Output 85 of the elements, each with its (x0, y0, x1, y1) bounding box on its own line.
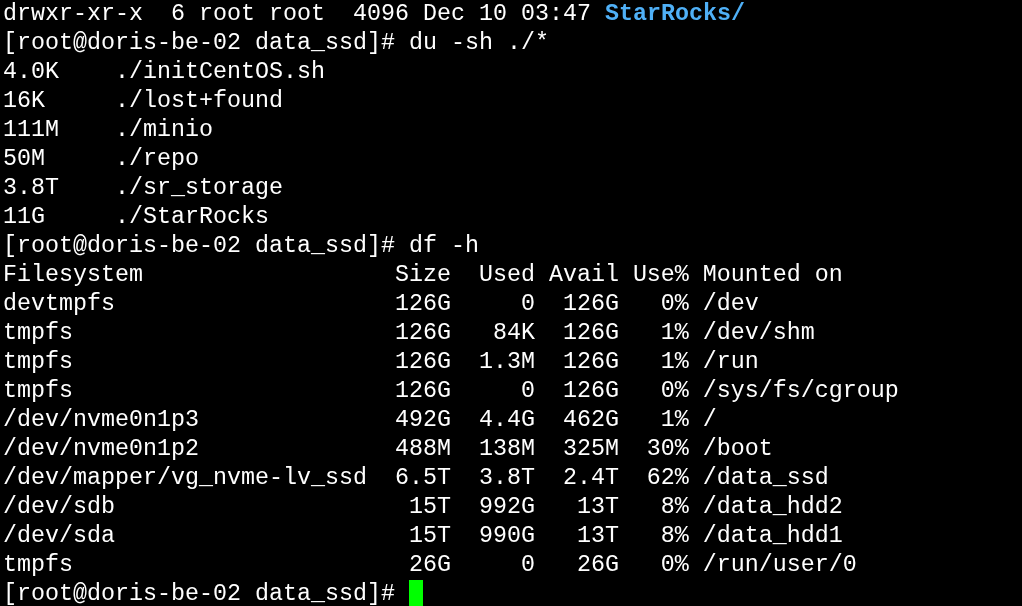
used-cell: 0 (520, 377, 535, 406)
mount-cell: /run (702, 348, 759, 377)
path-text: ./StarRocks (115, 204, 269, 230)
use-percent-cell: 62% (646, 464, 689, 493)
used-cell: 3.8T (478, 464, 535, 493)
size-cell: 126G (394, 348, 451, 377)
used-cell: 0 (520, 551, 535, 580)
size-cell: 15T (408, 522, 451, 551)
used-cell: 138M (478, 435, 535, 464)
path-text: ./minio (115, 117, 213, 143)
size-cell: 492G (394, 406, 451, 435)
size-text: 3.8T (3, 174, 60, 203)
used-cell: 84K (492, 319, 535, 348)
use-percent-cell: 8% (660, 522, 689, 551)
use-percent-cell: 0% (660, 551, 689, 580)
filesystem-cell: /dev/nvme0n1p3 (3, 406, 199, 435)
size-cell: 126G (394, 290, 451, 319)
mount-cell: /data_ssd (702, 464, 829, 493)
use-percent-cell: 8% (660, 493, 689, 522)
filesystem-cell: Filesystem (3, 261, 143, 290)
use-percent-cell: 1% (660, 319, 689, 348)
avail-cell: 13T (576, 522, 619, 551)
shell-prompt: [root@doris-be-02 data_ssd]# (3, 30, 395, 56)
path-text: ./repo (115, 146, 199, 172)
used-cell: 4.4G (478, 406, 535, 435)
command-text: du -sh ./* (409, 30, 549, 56)
size-cell: Size (394, 261, 451, 290)
size-cell: 126G (394, 377, 451, 406)
size-text: 50M (3, 145, 46, 174)
avail-cell: 462G (562, 406, 619, 435)
filesystem-cell: tmpfs (3, 319, 73, 348)
used-cell: Used (478, 261, 535, 290)
use-percent-cell: 1% (660, 406, 689, 435)
filesystem-cell: /dev/sda (3, 522, 115, 551)
avail-cell: 26G (576, 551, 619, 580)
use-percent-cell: 0% (660, 377, 689, 406)
mount-cell: /run/user/0 (702, 551, 857, 580)
size-text: 111M (3, 116, 60, 145)
avail-cell: 126G (562, 319, 619, 348)
size-cell: 488M (394, 435, 451, 464)
use-percent-cell: Use% (632, 261, 689, 290)
command-text: df -h (409, 233, 479, 259)
used-cell: 1.3M (478, 348, 535, 377)
size-cell: 15T (408, 493, 451, 522)
directory-name: StarRocks/ (604, 1, 745, 27)
mount-cell: /sys/fs/cgroup (702, 377, 899, 406)
path-text: ./lost+found (115, 88, 283, 114)
filesystem-cell: /dev/mapper/vg_nvme-lv_ssd (3, 464, 367, 493)
size-cell: 26G (408, 551, 451, 580)
size-text: 4.0K (3, 58, 60, 87)
shell-prompt: [root@doris-be-02 data_ssd]# (3, 581, 395, 606)
listing-text: drwxr-xr-x 6 root root 4096 Dec 10 03:47 (3, 1, 591, 27)
avail-cell: 13T (576, 493, 619, 522)
filesystem-cell: /dev/sdb (3, 493, 115, 522)
size-text: 11G (3, 203, 46, 232)
avail-cell: 325M (562, 435, 619, 464)
mount-cell: /data_hdd2 (702, 493, 843, 522)
used-cell: 992G (478, 493, 535, 522)
mount-cell: /boot (702, 435, 773, 464)
path-text: ./initCentOS.sh (115, 59, 325, 85)
mount-cell: /data_hdd1 (702, 522, 843, 551)
filesystem-cell: /dev/nvme0n1p2 (3, 435, 199, 464)
size-cell: 126G (394, 319, 451, 348)
filesystem-cell: tmpfs (3, 377, 73, 406)
mount-cell: / (702, 406, 717, 435)
mount-cell: Mounted on (702, 261, 843, 290)
filesystem-cell: tmpfs (3, 348, 73, 377)
path-text: ./sr_storage (115, 175, 283, 201)
size-cell: 6.5T (394, 464, 451, 493)
avail-cell: 126G (562, 348, 619, 377)
mount-cell: /dev/shm (702, 319, 815, 348)
use-percent-cell: 0% (660, 290, 689, 319)
avail-cell: 2.4T (562, 464, 619, 493)
used-cell: 0 (520, 290, 535, 319)
used-cell: 990G (478, 522, 535, 551)
avail-cell: 126G (562, 290, 619, 319)
filesystem-cell: devtmpfs (3, 290, 115, 319)
avail-cell: Avail (548, 261, 619, 290)
use-percent-cell: 1% (660, 348, 689, 377)
avail-cell: 126G (562, 377, 619, 406)
size-text: 16K (3, 87, 46, 116)
use-percent-cell: 30% (646, 435, 689, 464)
shell-prompt: [root@doris-be-02 data_ssd]# (3, 233, 395, 259)
mount-cell: /dev (702, 290, 759, 319)
filesystem-cell: tmpfs (3, 551, 73, 580)
